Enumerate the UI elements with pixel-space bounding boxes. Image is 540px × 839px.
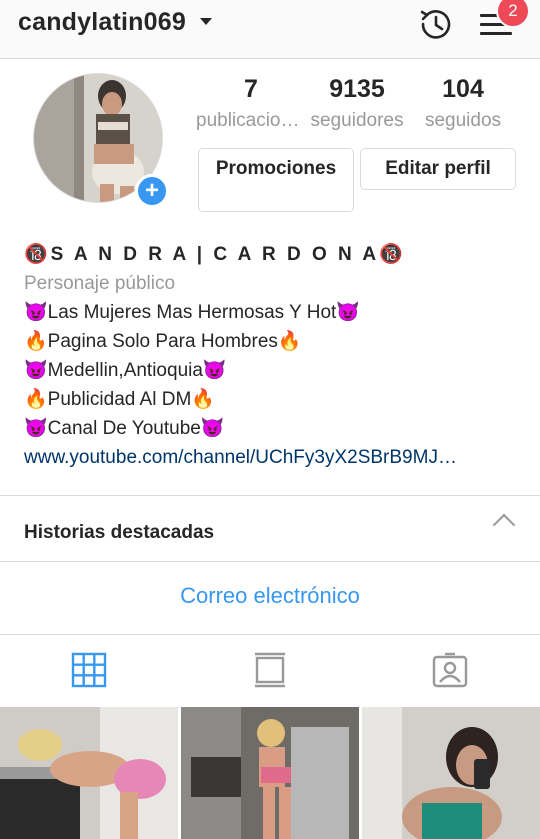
username-switcher[interactable]: candylatin069 [18, 8, 186, 37]
posts-count: 7 [244, 75, 258, 103]
bio-line: 🔥Publicidad Al DM🔥 [24, 389, 215, 410]
followers-count: 9135 [329, 75, 385, 103]
grid-icon[interactable] [71, 652, 107, 688]
following-count: 104 [442, 75, 484, 103]
profile-avatar[interactable]: + [33, 73, 169, 208]
chevron-up-icon[interactable] [492, 513, 516, 537]
bio-line: 😈Canal De Youtube😈 [24, 418, 225, 439]
add-story-icon[interactable]: + [135, 174, 169, 208]
divider [0, 561, 540, 562]
email-button[interactable]: Correo electrónico [0, 583, 540, 609]
post-thumbnail[interactable] [362, 707, 540, 839]
stat-posts[interactable]: 7 publicaciones [196, 75, 306, 132]
bio-line: 😈Las Mujeres Mas Hermosas Y Hot😈 [24, 302, 360, 323]
bio-line: 🔥Pagina Solo Para Hombres🔥 [24, 331, 302, 352]
promotions-button[interactable]: Promociones [198, 148, 354, 212]
stat-following[interactable]: 104 seguidos [408, 75, 518, 132]
bio-line: 😈Medellin,Antioquia😈 [24, 360, 227, 381]
profile-category: Personaje público [24, 273, 176, 294]
stat-followers[interactable]: 9135 seguidores [302, 75, 412, 132]
post-thumbnail[interactable] [181, 707, 359, 839]
edit-profile-button[interactable]: Editar perfil [360, 148, 516, 190]
bio-link[interactable]: www.youtube.com/channel/UChFy3yX2SBrB9MJ… [24, 443, 509, 472]
chevron-down-icon[interactable] [200, 18, 212, 25]
following-label: seguidos [424, 110, 502, 131]
followers-label: seguidores [310, 110, 404, 131]
profile-name: 🔞S A N D R A | C A R D O N A🔞 [24, 244, 406, 265]
post-thumbnail[interactable] [0, 707, 178, 839]
profile-tabs [0, 634, 540, 706]
posts-label: publicaciones [196, 110, 306, 131]
profile-bio: 🔞S A N D R A | C A R D O N A🔞 Personaje … [24, 240, 524, 472]
story-highlights-toggle[interactable]: Historias destacadas [24, 522, 214, 544]
divider [0, 495, 540, 496]
history-icon[interactable] [415, 4, 455, 44]
top-bar: candylatin069 2 [0, 0, 540, 59]
notification-badge: 2 [496, 0, 530, 28]
feed-icon[interactable] [252, 652, 288, 688]
tagged-icon[interactable] [432, 652, 468, 688]
